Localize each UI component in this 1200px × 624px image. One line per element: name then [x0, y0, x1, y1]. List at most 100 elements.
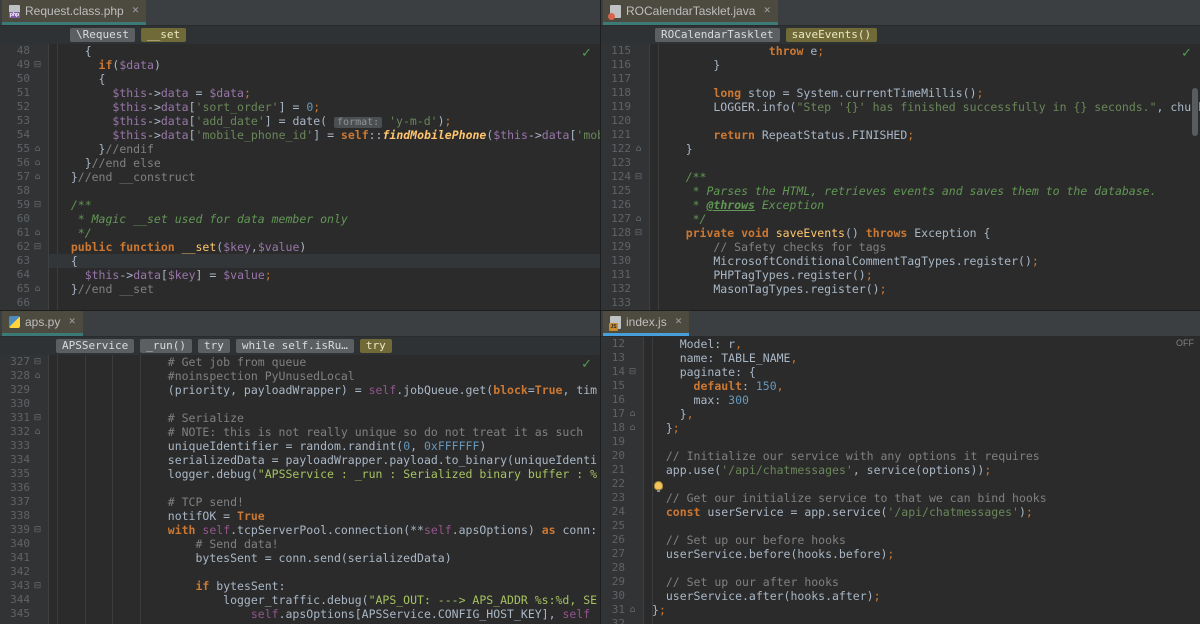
code-line[interactable] [57, 481, 600, 495]
code-line[interactable]: { [57, 44, 600, 58]
code-line[interactable]: $this->data[$key] = $value; [57, 268, 600, 282]
code-line[interactable]: }//end else [57, 156, 600, 170]
code-line[interactable]: } [658, 58, 1200, 72]
close-tab-icon[interactable]: ✕ [68, 317, 76, 327]
code-line[interactable]: $this->data['add_date'] = date( format: … [57, 114, 600, 128]
code-line[interactable] [57, 296, 600, 310]
code-editor-javascript[interactable]: 121314⊟151617⌂18⌂19202122232425262728293… [601, 337, 1200, 624]
code-line[interactable]: if($data) [57, 58, 600, 72]
fold-marker-icon[interactable]: ⌂ [625, 407, 640, 421]
intention-bulb-icon[interactable] [654, 481, 663, 490]
code-line[interactable]: } [658, 142, 1200, 156]
code-line[interactable]: #noinspection PyUnusedLocal [57, 369, 600, 383]
code-line[interactable]: $this->data['sort_order'] = 0; [57, 100, 600, 114]
close-tab-icon[interactable]: ✕ [132, 6, 140, 16]
code-line[interactable]: // Get our initialize service to that we… [652, 491, 1200, 505]
code-area[interactable]: throw e; } long stop = System.currentTim… [650, 44, 1200, 310]
code-line[interactable]: userService.before(hooks.before); [652, 547, 1200, 561]
fold-marker-icon[interactable]: ⌂ [631, 142, 646, 156]
code-line[interactable]: # Serialize [57, 411, 600, 425]
fold-marker-icon[interactable]: ⊟ [30, 198, 45, 212]
code-line[interactable]: max: 300 [652, 393, 1200, 407]
breadcrumb-item[interactable]: __set [141, 28, 186, 42]
fold-marker-icon[interactable]: ⌂ [30, 369, 45, 383]
code-line[interactable]: bytesSent = conn.send(serializedData) [57, 551, 600, 565]
code-line[interactable]: * @throws Exception [658, 198, 1200, 212]
code-line[interactable]: long stop = System.currentTimeMillis(); [658, 86, 1200, 100]
code-line[interactable]: (priority, payloadWrapper) = self.jobQue… [57, 383, 600, 397]
fold-marker-icon[interactable]: ⊟ [30, 579, 45, 593]
breadcrumb-item[interactable]: \Request [70, 28, 135, 42]
code-line[interactable]: MasonTagTypes.register(); [658, 282, 1200, 296]
code-line[interactable]: }//endif [57, 142, 600, 156]
fold-marker-icon[interactable]: ⌂ [30, 226, 45, 240]
code-line[interactable]: private void saveEvents() throws Excepti… [658, 226, 1200, 240]
fold-marker-icon[interactable]: ⌂ [30, 170, 45, 184]
fold-marker-icon[interactable]: ⌂ [30, 282, 45, 296]
code-line[interactable]: { [57, 72, 600, 86]
code-line[interactable]: * Parses the HTML, retrieves events and … [658, 184, 1200, 198]
fold-marker-icon[interactable]: ⌂ [30, 142, 45, 156]
fold-marker-icon[interactable]: ⊟ [30, 58, 45, 72]
code-line[interactable]: }; [652, 603, 1200, 617]
code-line[interactable] [652, 617, 1200, 624]
code-area[interactable]: { if($data) { $this->data = $data; $this… [49, 44, 600, 310]
code-line[interactable] [652, 561, 1200, 575]
code-area[interactable]: Model: r, name: TABLE_NAME, paginate: { … [644, 337, 1200, 624]
fold-marker-icon[interactable]: ⊟ [30, 411, 45, 425]
code-editor-php[interactable]: 4849⊟505152535455⌂56⌂57⌂5859⊟6061⌂62⊟636… [0, 44, 600, 310]
fold-marker-icon[interactable]: ⌂ [30, 425, 45, 439]
tab-request-class-php[interactable]: Request.class.php ✕ [2, 0, 146, 25]
code-line[interactable] [658, 156, 1200, 170]
code-line[interactable]: if bytesSent: [57, 579, 600, 593]
fold-marker-icon[interactable]: ⊟ [30, 240, 45, 254]
code-line[interactable]: /** [57, 198, 600, 212]
code-line[interactable]: self.apsOptions[APSService.CONFIG_HOST_K… [57, 607, 600, 621]
tab-aps-py[interactable]: aps.py ✕ [2, 311, 83, 336]
code-line[interactable]: }, [652, 407, 1200, 421]
code-line[interactable]: userService.after(hooks.after); [652, 589, 1200, 603]
fold-marker-icon[interactable]: ⊟ [631, 170, 646, 184]
code-line[interactable]: /** [658, 170, 1200, 184]
fold-marker-icon[interactable]: ⌂ [30, 156, 45, 170]
fold-marker-icon[interactable]: ⊟ [625, 365, 640, 379]
fold-marker-icon[interactable]: ⊟ [631, 226, 646, 240]
breadcrumb-item[interactable]: ROCalendarTasklet [655, 28, 780, 42]
code-line[interactable]: Model: r, [652, 337, 1200, 351]
code-line[interactable] [57, 397, 600, 411]
fold-marker-icon[interactable]: ⊟ [30, 523, 45, 537]
code-line[interactable]: uniqueIdentifier = random.randint(0, 0xF… [57, 439, 600, 453]
code-line[interactable]: paginate: { [652, 365, 1200, 379]
code-line[interactable]: public function __set($key,$value) [57, 240, 600, 254]
code-line[interactable]: notifOK = True [57, 509, 600, 523]
fold-marker-icon[interactable]: ⊟ [30, 355, 45, 369]
code-line[interactable]: app.use('/api/chatmessages', service(opt… [652, 463, 1200, 477]
code-line[interactable]: with self.tcpServerPool.connection(**sel… [57, 523, 600, 537]
code-line[interactable] [652, 435, 1200, 449]
fold-marker-icon[interactable]: ⌂ [625, 421, 640, 435]
scrollbar-thumb[interactable] [1192, 88, 1198, 136]
breadcrumb-item[interactable]: _run() [140, 339, 192, 353]
code-line[interactable] [652, 477, 1200, 491]
code-line[interactable]: logger.debug("APSService : _run : Serial… [57, 467, 600, 481]
code-line[interactable]: * Magic __set used for data member only [57, 212, 600, 226]
code-line[interactable]: LOGGER.info("Step '{}' has finished succ… [658, 100, 1200, 114]
breadcrumb-item[interactable]: try [360, 339, 392, 353]
code-line[interactable]: serializedData = payloadWrapper.payload.… [57, 453, 600, 467]
code-line[interactable]: # NOTE: this is not really unique so do … [57, 425, 600, 439]
code-line[interactable]: name: TABLE_NAME, [652, 351, 1200, 365]
code-line[interactable]: PHPTagTypes.register(); [658, 268, 1200, 282]
code-line[interactable]: MicrosoftConditionalCommentTagTypes.regi… [658, 254, 1200, 268]
tab-rocalendartasklet-java[interactable]: ROCalendarTasklet.java ✕ [603, 0, 778, 25]
code-line[interactable]: }//end __set [57, 282, 600, 296]
code-line[interactable]: }//end __construct [57, 170, 600, 184]
code-line[interactable]: // Set up our before hooks [652, 533, 1200, 547]
code-line[interactable]: default: 150, [652, 379, 1200, 393]
code-line[interactable]: // Initialize our service with any optio… [652, 449, 1200, 463]
close-tab-icon[interactable]: ✕ [675, 317, 683, 327]
close-tab-icon[interactable]: ✕ [763, 6, 771, 16]
code-line[interactable]: */ [658, 212, 1200, 226]
code-line[interactable]: # TCP send! [57, 495, 600, 509]
breadcrumb-item[interactable]: saveEvents() [786, 28, 877, 42]
code-line[interactable] [57, 184, 600, 198]
